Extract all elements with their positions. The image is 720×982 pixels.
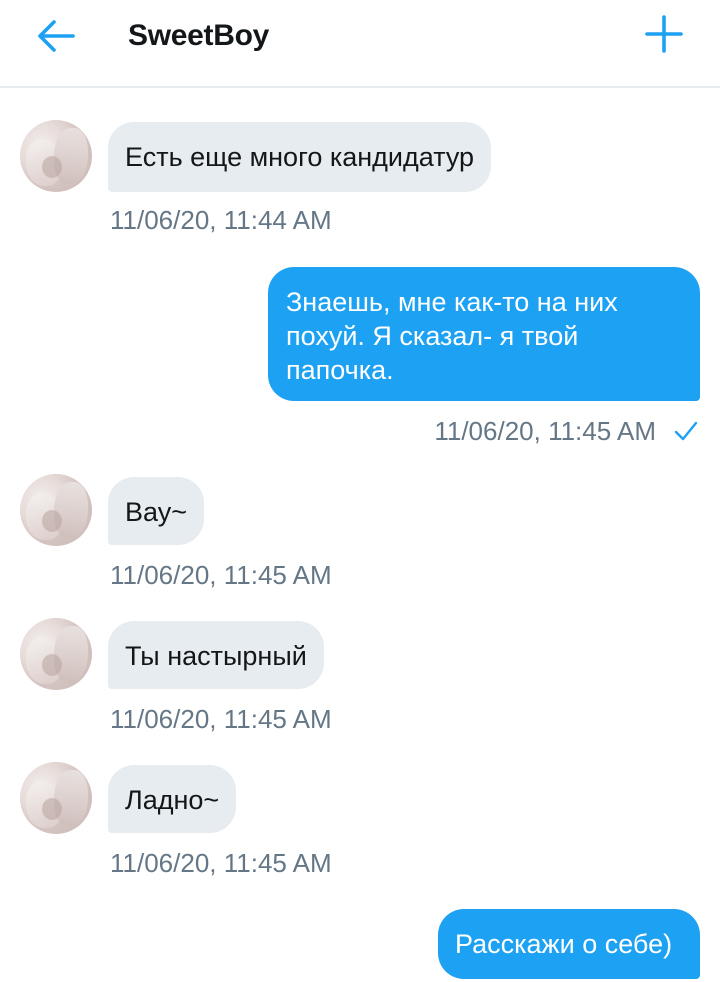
message-text: Ладно~ (125, 785, 220, 815)
plus-icon (645, 15, 683, 53)
message-bubble-incoming[interactable]: Есть еще много кандидатур (108, 122, 492, 192)
contact-avatar[interactable] (20, 474, 92, 546)
message-timestamp: 11/06/20, 11:45 AM (110, 848, 332, 878)
message-timestamp: 11/06/20, 11:45 AM (110, 560, 332, 590)
message-timestamp: 11/06/20, 11:45 AM (434, 416, 656, 446)
message-timestamp: 11/06/20, 11:44 AM (110, 205, 332, 235)
check-icon (674, 421, 698, 441)
contact-avatar[interactable] (20, 762, 92, 834)
arrow-left-icon (38, 20, 75, 52)
message-text: Знаешь, мне как-то на них похуй. Я сказа… (286, 287, 618, 385)
contact-avatar[interactable] (20, 120, 92, 192)
message-bubble-incoming[interactable]: Вау~ (108, 477, 204, 545)
message-timestamp: 11/06/20, 11:45 AM (110, 704, 332, 734)
message-bubble-outgoing[interactable]: Расскажи о себе) (438, 909, 700, 979)
message-bubble-incoming[interactable]: Ладно~ (108, 765, 237, 833)
back-button[interactable] (34, 14, 78, 58)
message-text: Есть еще много кандидатур (125, 142, 475, 172)
contact-avatar[interactable] (20, 618, 92, 690)
message-bubble-incoming[interactable]: Ты настырный (108, 621, 324, 689)
message-text: Ты настырный (125, 641, 307, 671)
message-bubble-outgoing[interactable]: Знаешь, мне как-то на них похуй. Я сказа… (268, 267, 700, 401)
message-text: Вау~ (125, 497, 187, 527)
conversation-header: SweetBoy (0, 0, 720, 88)
conversation-title: SweetBoy (128, 19, 269, 52)
message-text: Расскажи о себе) (455, 929, 673, 959)
dm-conversation-screen: SweetBoy Есть еще много кандидатур 11/06… (0, 0, 720, 982)
add-button[interactable] (642, 12, 686, 56)
